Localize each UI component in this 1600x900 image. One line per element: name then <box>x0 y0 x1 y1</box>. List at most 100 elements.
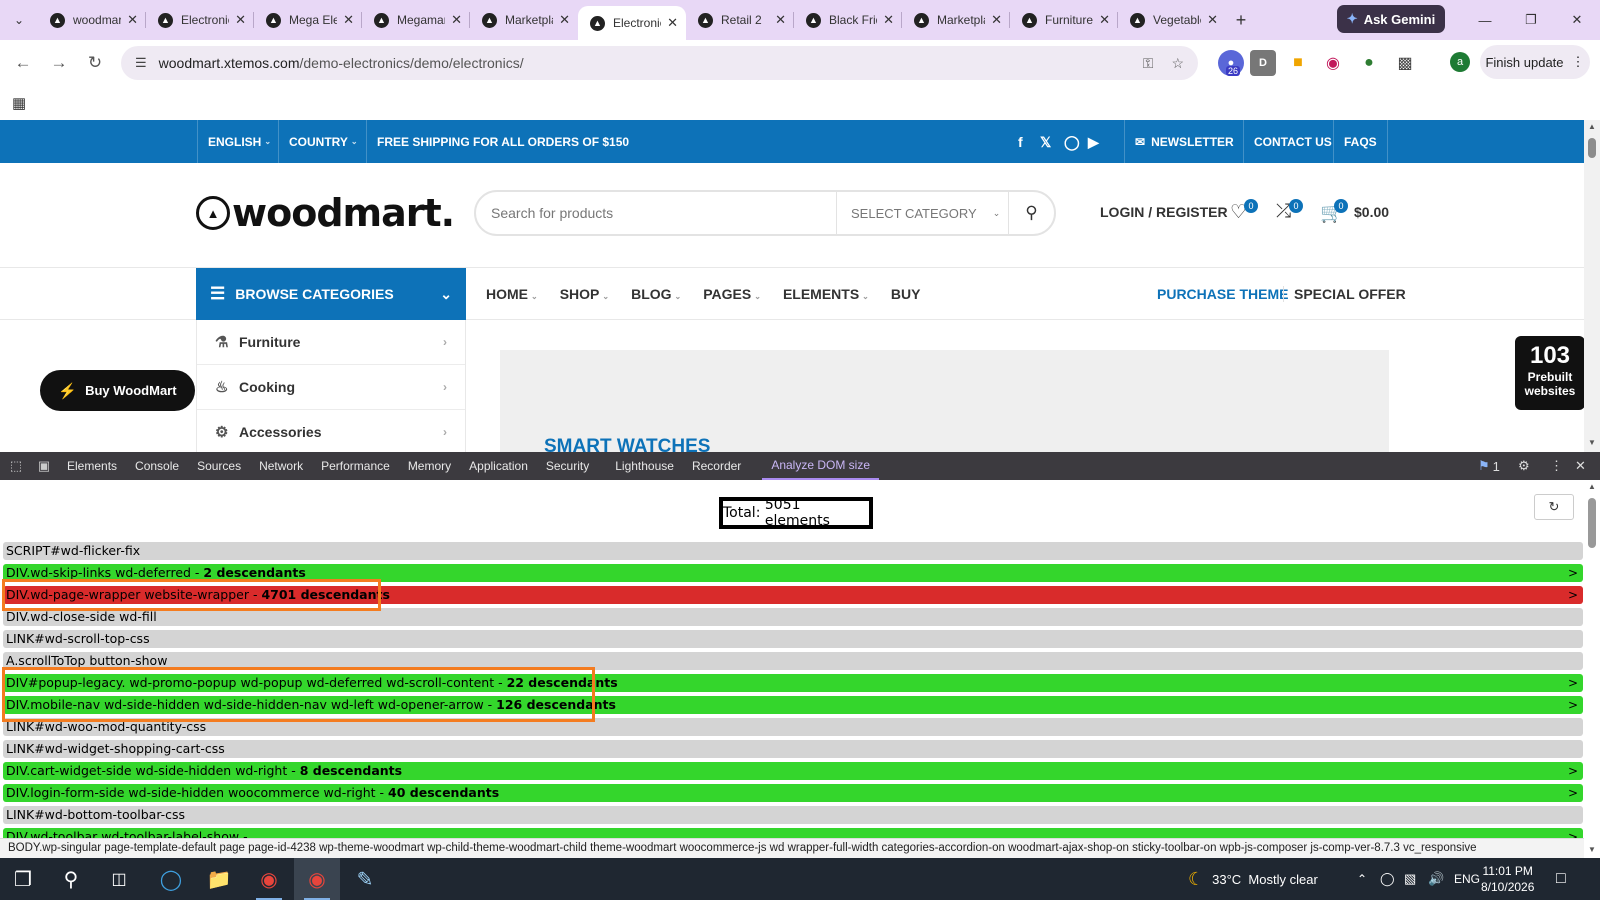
dom-node-row[interactable]: SCRIPT#wd-flicker-fix <box>3 542 1583 560</box>
devtools-tab-performance[interactable]: Performance <box>312 452 399 480</box>
woodmart-logo[interactable]: ▲ woodmart. <box>196 191 455 235</box>
dom-breadcrumb[interactable]: BODY.wp-singular page-template-default p… <box>0 838 1584 858</box>
windows-start-icon[interactable]: ❐ <box>0 858 46 900</box>
issues-counter[interactable]: ⚑ 1 <box>1478 452 1500 480</box>
back-arrow-icon[interactable]: ← <box>5 45 41 81</box>
chrome-icon[interactable]: ◉ <box>246 858 292 900</box>
extension-d-icon[interactable]: D <box>1250 50 1276 76</box>
search-icon[interactable]: ⚲ <box>1008 192 1054 234</box>
extension-red-icon[interactable]: ◉ <box>1320 50 1346 76</box>
faqs-link[interactable]: FAQS <box>1333 120 1388 163</box>
meet-now-icon[interactable]: ◯ <box>1380 858 1395 900</box>
ask-gemini-button[interactable]: ✦ Ask Gemini <box>1337 5 1445 33</box>
extension-honey-icon[interactable]: ■ <box>1285 50 1311 76</box>
restore-icon[interactable]: ❐ <box>1508 0 1554 40</box>
scroll-down-icon[interactable]: ▼ <box>1588 438 1596 447</box>
cart-total[interactable]: $0.00 <box>1354 204 1389 220</box>
close-tab-icon[interactable]: ✕ <box>127 12 138 28</box>
page-scrollbar[interactable]: ▲ ▼ <box>1584 120 1600 452</box>
file-explorer-icon[interactable]: 📁 <box>196 858 242 900</box>
browser-tab[interactable]: ▲ Electronics ✕ <box>146 0 254 40</box>
address-bar[interactable]: ☰ woodmart.xtemos.com/demo-electronics/d… <box>121 46 1198 80</box>
contact-link[interactable]: CONTACT US <box>1243 120 1342 163</box>
nav-item-elements[interactable]: ELEMENTS ⌄ <box>783 286 869 302</box>
country-selector[interactable]: COUNTRY ⌄ <box>278 120 368 163</box>
volume-icon[interactable]: 🔊 <box>1428 858 1444 900</box>
nav-item-shop[interactable]: SHOP ⌄ <box>560 286 609 302</box>
inspect-element-icon[interactable]: ⬚ <box>2 452 30 480</box>
category-select[interactable]: SELECT CATEGORY ⌄ <box>836 192 1008 234</box>
scrollbar-thumb[interactable] <box>1588 138 1596 158</box>
devtools-tab-application[interactable]: Application <box>460 452 537 480</box>
browser-tab[interactable]: ▲ Furniture ✕ <box>1010 0 1118 40</box>
dom-node-row[interactable]: LINK#wd-widget-shopping-cart-css <box>3 740 1583 758</box>
task-view-icon[interactable]: ◫ <box>96 858 142 900</box>
browser-tab[interactable]: ▲ Mega Electronics ✕ <box>254 0 362 40</box>
show-hidden-icons-icon[interactable]: ⌃ <box>1357 858 1367 900</box>
system-clock[interactable]: 11:01 PM 8/10/2026 <box>1481 863 1534 895</box>
tab-search-icon[interactable]: ⌄ <box>0 0 38 40</box>
close-tab-icon[interactable]: ✕ <box>883 12 894 28</box>
devtools-tab-recorder[interactable]: Recorder <box>683 452 750 480</box>
dom-node-row[interactable]: LINK#wd-bottom-toolbar-css <box>3 806 1583 824</box>
expand-arrow-icon[interactable]: > <box>1568 696 1578 714</box>
apps-grid-icon[interactable]: ▦ <box>12 94 26 112</box>
close-tab-icon[interactable]: ✕ <box>1099 12 1110 28</box>
chrome-active-icon[interactable]: ◉ <box>294 858 340 900</box>
close-tab-icon[interactable]: ✕ <box>451 12 462 28</box>
profile-avatar[interactable]: a <box>1450 52 1470 72</box>
buy-woodmart-button[interactable]: ⚡ Buy WoodMart <box>40 370 195 411</box>
search-icon[interactable]: ⚲ <box>48 858 94 900</box>
purchase-theme-link[interactable]: PURCHASE THEME <box>1157 286 1288 302</box>
close-tab-icon[interactable]: ✕ <box>343 12 354 28</box>
expand-arrow-icon[interactable]: > <box>1568 784 1578 802</box>
nav-item-buy[interactable]: BUY <box>891 286 921 302</box>
minimize-icon[interactable]: — <box>1462 0 1508 40</box>
dom-node-row[interactable]: DIV.mobile-nav wd-side-hidden wd-side-hi… <box>3 696 1583 714</box>
category-item-accessories[interactable]: ⚙ Accessories › <box>197 410 465 452</box>
device-toolbar-icon[interactable]: ▣ <box>30 452 58 480</box>
input-language[interactable]: ENG <box>1454 858 1480 900</box>
forward-arrow-icon[interactable]: → <box>41 45 77 81</box>
dom-node-row[interactable]: A.scrollToTop button-show <box>3 652 1583 670</box>
dom-node-row[interactable]: LINK#wd-woo-mod-quantity-css <box>3 718 1583 736</box>
close-tab-icon[interactable]: ✕ <box>235 12 246 28</box>
devtools-scrollbar[interactable]: ▲ ▼ <box>1584 480 1600 858</box>
devtools-more-icon[interactable]: ⋮ <box>1550 452 1563 480</box>
scrollbar-thumb[interactable] <box>1588 498 1596 548</box>
youtube-icon[interactable]: ▶ <box>1088 134 1099 151</box>
close-tab-icon[interactable]: ✕ <box>667 15 678 31</box>
browser-tab[interactable]: ▲ Marketplace ✕ <box>470 0 578 40</box>
devtools-tab-sources[interactable]: Sources <box>188 452 250 480</box>
close-window-icon[interactable]: ✕ <box>1554 0 1600 40</box>
edge-browser-icon[interactable]: ◯ <box>148 858 194 900</box>
x-twitter-icon[interactable]: 𝕏 <box>1040 134 1051 151</box>
weather-widget[interactable]: ☾ 33°C Mostly clear <box>1188 858 1318 900</box>
reload-icon[interactable]: ↻ <box>77 45 113 81</box>
finish-update-button[interactable]: Finish update ⋮ <box>1480 45 1590 79</box>
close-tab-icon[interactable]: ✕ <box>1207 12 1218 28</box>
login-register-link[interactable]: LOGIN / REGISTER <box>1100 204 1228 220</box>
browser-tab[interactable]: ▲ Megamarket ✕ <box>362 0 470 40</box>
dom-node-row[interactable]: DIV.cart-widget-side wd-side-hidden wd-r… <box>3 762 1583 780</box>
newsletter-link[interactable]: ✉ NEWSLETTER <box>1124 120 1244 163</box>
dom-node-row[interactable]: DIV.wd-close-side wd-fill <box>3 608 1583 626</box>
prebuilt-websites-badge[interactable]: 103 Prebuilt websites <box>1515 336 1584 410</box>
facebook-icon[interactable]: f <box>1018 134 1023 150</box>
expand-arrow-icon[interactable]: > <box>1568 564 1578 582</box>
category-item-cooking[interactable]: ♨ Cooking › <box>197 365 465 410</box>
network-icon[interactable]: ▧ <box>1404 858 1416 900</box>
language-selector[interactable]: ENGLISH ⌄ <box>197 120 281 163</box>
notifications-icon[interactable]: □ <box>1556 858 1566 900</box>
dom-node-row[interactable]: DIV.login-form-side wd-side-hidden wooco… <box>3 784 1583 802</box>
search-input[interactable]: Search for products <box>476 205 836 221</box>
close-tab-icon[interactable]: ✕ <box>559 12 570 28</box>
browser-tab[interactable]: ▲ Marketplace ✕ <box>902 0 1010 40</box>
devtools-tab-console[interactable]: Console <box>126 452 188 480</box>
devtools-tab-elements[interactable]: Elements <box>58 452 126 480</box>
dom-node-row[interactable]: DIV.wd-skip-links wd-deferred - 2 descen… <box>3 564 1583 582</box>
bookmark-star-icon[interactable]: ☆ <box>1171 55 1184 72</box>
browser-tab[interactable]: ▲ Black Friday ✕ <box>794 0 902 40</box>
hero-banner[interactable]: SMART WATCHES <box>500 350 1389 452</box>
new-tab-icon[interactable]: + <box>1226 0 1256 40</box>
